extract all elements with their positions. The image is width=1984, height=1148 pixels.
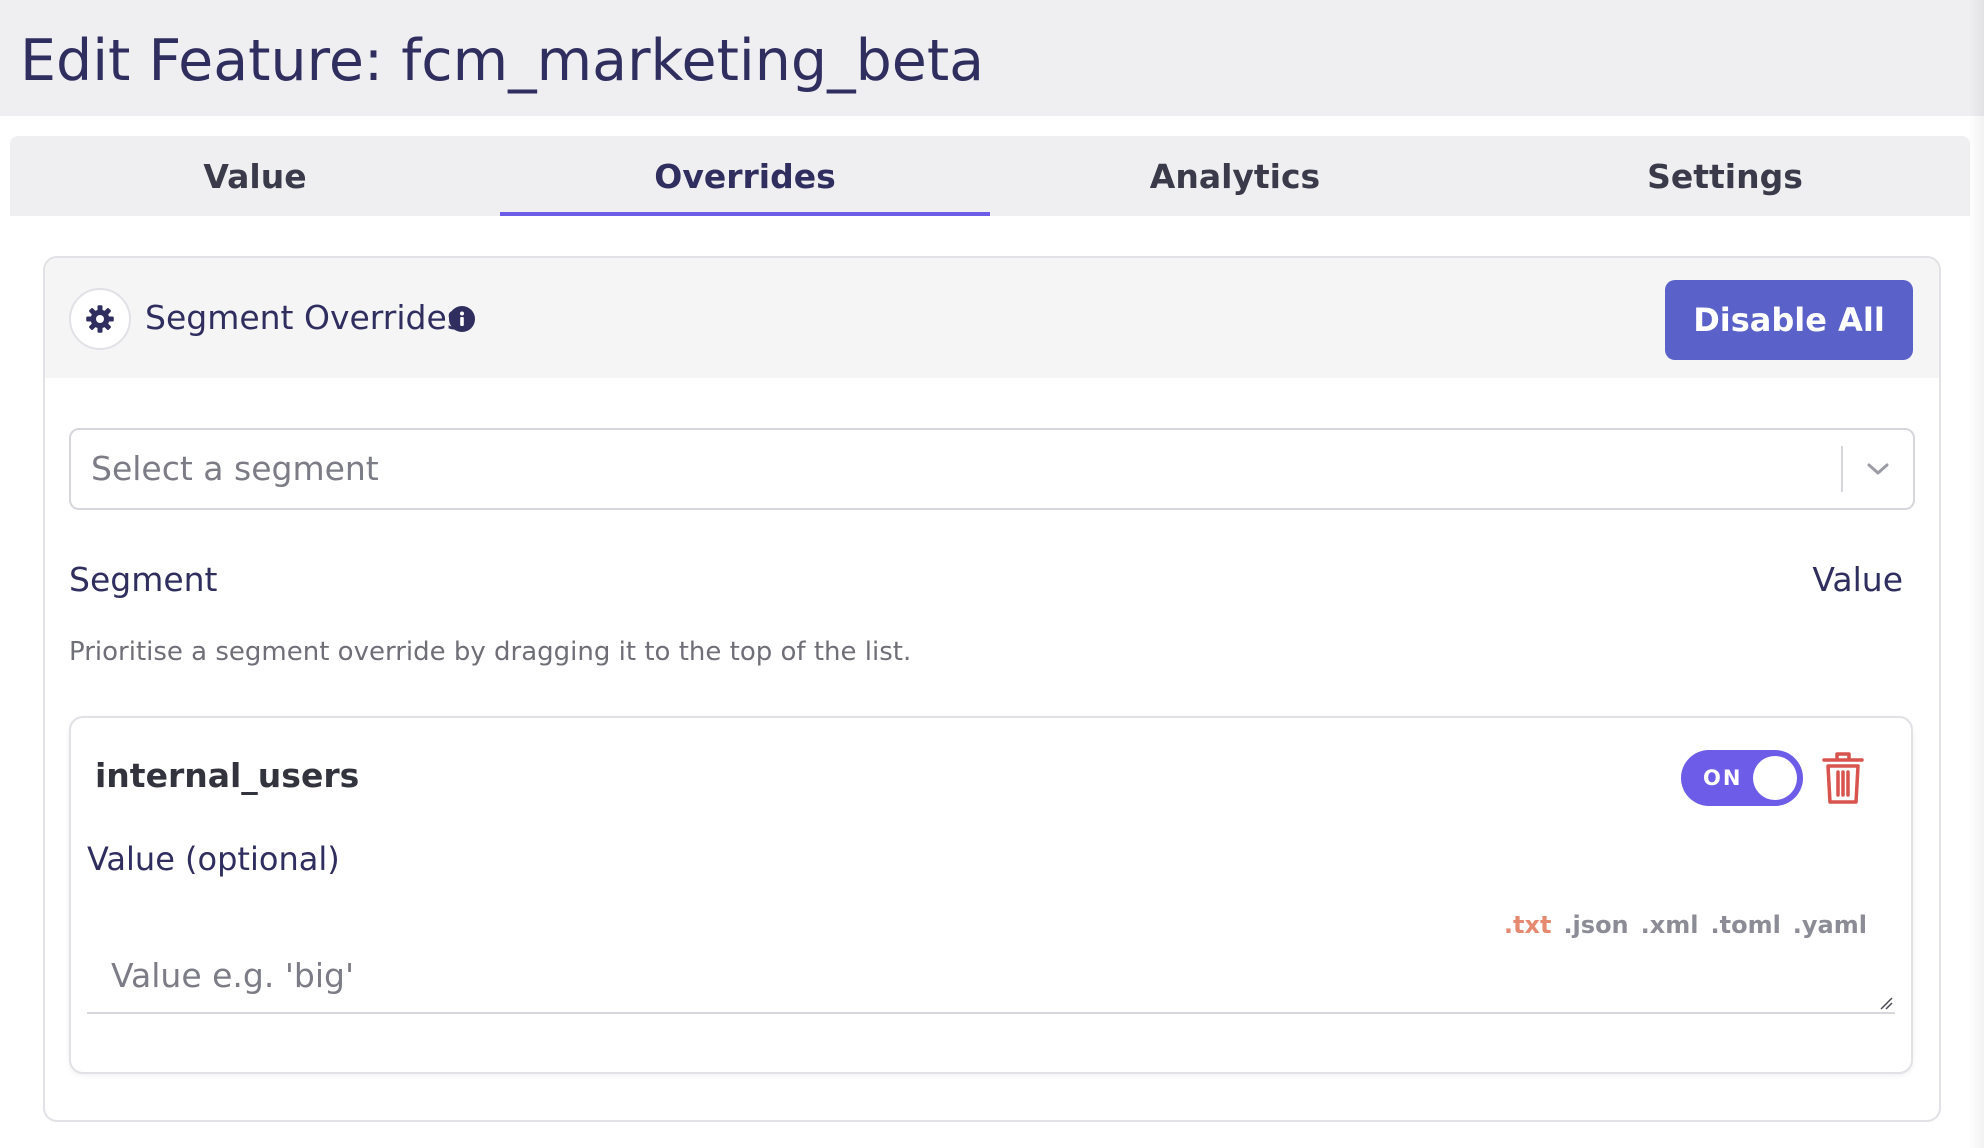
value-field-label: Value (optional) (87, 840, 340, 878)
tab-settings[interactable]: Settings (1480, 136, 1970, 216)
priority-hint: Prioritise a segment override by draggin… (69, 637, 912, 667)
language-selector: .txt .json .xml .toml .yaml (1504, 910, 1867, 940)
segment-name: internal_users (95, 756, 360, 795)
tab-bar: Value Overrides Analytics Settings (10, 136, 1970, 216)
segment-select-placeholder: Select a segment (91, 449, 379, 488)
modal-edge-shadow (1968, 0, 1984, 1148)
lang-json[interactable]: .json (1563, 910, 1628, 940)
disable-all-button[interactable]: Disable All (1665, 280, 1913, 360)
value-textarea[interactable]: Value e.g. 'big' (87, 944, 1895, 1014)
resize-handle-icon[interactable] (1879, 996, 1893, 1010)
lang-yaml[interactable]: .yaml (1793, 910, 1867, 940)
segment-override-card[interactable]: internal_users ON Value (optional) .txt … (69, 716, 1913, 1074)
section-title: Segment Overrides (145, 298, 464, 337)
gear-icon (69, 288, 131, 350)
modal-header: Edit Feature: fcm_marketing_beta (0, 0, 1984, 116)
tab-value[interactable]: Value (10, 136, 500, 216)
value-column-header: Value (1812, 560, 1903, 599)
override-toggle[interactable]: ON (1681, 750, 1803, 806)
select-separator (1841, 446, 1843, 492)
segment-select[interactable]: Select a segment (69, 428, 1915, 510)
trash-icon[interactable] (1819, 750, 1867, 806)
segment-column-header: Segment (69, 560, 218, 599)
lang-toml[interactable]: .toml (1710, 910, 1780, 940)
segment-overrides-panel: Segment Overrides Disable All Select a s… (43, 256, 1941, 1122)
tab-overrides[interactable]: Overrides (500, 136, 990, 216)
value-placeholder: Value e.g. 'big' (111, 956, 355, 995)
info-icon[interactable] (449, 306, 475, 332)
lang-txt[interactable]: .txt (1504, 910, 1552, 940)
lang-xml[interactable]: .xml (1641, 910, 1699, 940)
toggle-knob (1753, 756, 1797, 800)
chevron-down-icon[interactable] (1865, 458, 1891, 480)
tab-analytics[interactable]: Analytics (990, 136, 1480, 216)
panel-header: Segment Overrides Disable All (45, 258, 1939, 378)
toggle-label: ON (1703, 766, 1743, 790)
page-title: Edit Feature: fcm_marketing_beta (20, 28, 985, 94)
